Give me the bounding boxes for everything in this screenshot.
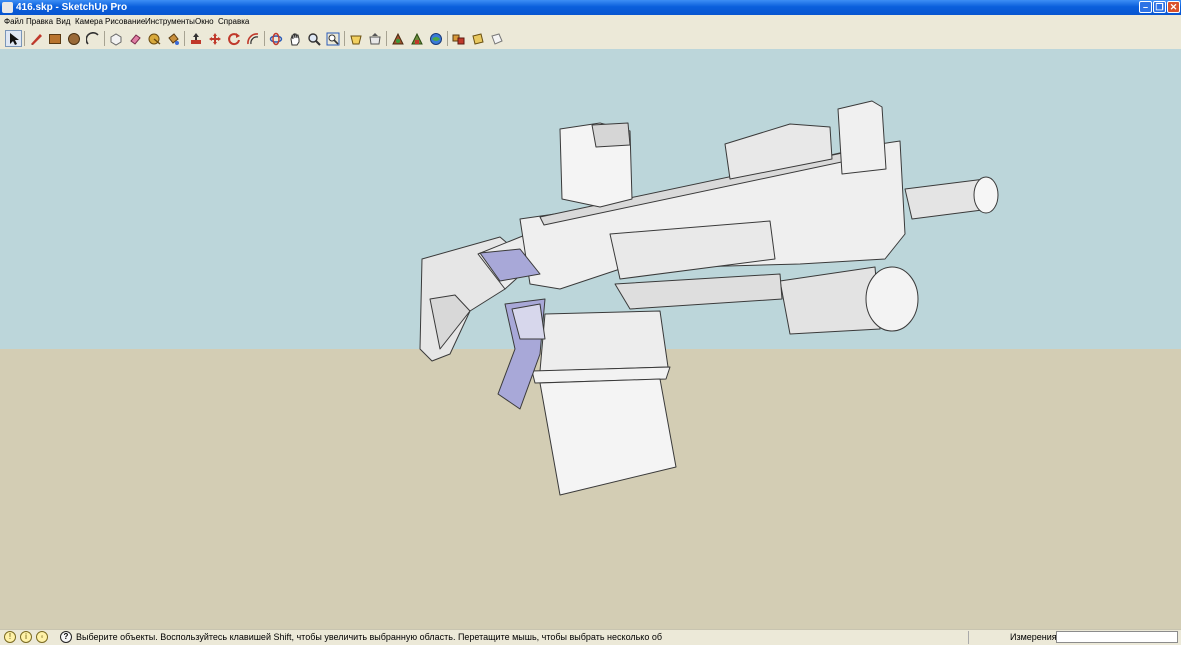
- eraser-icon[interactable]: [126, 30, 143, 47]
- user-icon[interactable]: ◦: [36, 631, 48, 643]
- menu-draw[interactable]: Рисование: [105, 15, 145, 28]
- sketchup-app-icon: [2, 2, 13, 13]
- help-icon[interactable]: ?: [60, 631, 72, 643]
- circle-icon[interactable]: [65, 30, 82, 47]
- window-title: 416.skp - SketchUp Pro: [16, 2, 128, 13]
- orbit-icon[interactable]: [267, 30, 284, 47]
- select-arrow-icon[interactable]: [5, 30, 22, 47]
- extension-warehouse-icon[interactable]: [427, 30, 444, 47]
- rectangle-icon[interactable]: [46, 30, 63, 47]
- push-pull-icon[interactable]: [187, 30, 204, 47]
- get-photo-texture-icon[interactable]: [389, 30, 406, 47]
- menu-view[interactable]: Вид: [56, 15, 70, 28]
- menu-tools[interactable]: Инструменты: [145, 15, 195, 28]
- credits-icon[interactable]: i: [20, 631, 32, 643]
- components-icon[interactable]: [450, 30, 467, 47]
- tape-measure-icon[interactable]: [145, 30, 162, 47]
- menu-bar: Файл Правка Вид Камера Рисование Инструм…: [0, 15, 1181, 28]
- close-button[interactable]: ✕: [1167, 1, 1180, 13]
- 3d-text-icon[interactable]: [469, 30, 486, 47]
- minimize-button[interactable]: –: [1139, 1, 1152, 13]
- toolbar: [0, 28, 1181, 50]
- zoom-icon[interactable]: [305, 30, 322, 47]
- title-bar: 416.skp - SketchUp Pro – ❐ ✕: [0, 0, 1181, 15]
- make-component-icon[interactable]: [107, 30, 124, 47]
- measurements-input[interactable]: [1056, 631, 1178, 643]
- pan-icon[interactable]: [286, 30, 303, 47]
- scene-canvas[interactable]: [0, 49, 1181, 629]
- restore-button[interactable]: ❐: [1153, 1, 1166, 13]
- arc-icon[interactable]: [84, 30, 101, 47]
- 3d-viewport[interactable]: [0, 49, 1181, 629]
- move-icon[interactable]: [206, 30, 223, 47]
- pencil-line-icon[interactable]: [27, 30, 44, 47]
- magazine-well: [539, 310, 669, 372]
- paint-bucket-icon[interactable]: [164, 30, 181, 47]
- geo-location-icon[interactable]: !: [4, 631, 16, 643]
- front-sight[interactable]: [837, 100, 887, 175]
- menu-help[interactable]: Справка: [218, 15, 249, 28]
- zoom-extents-icon[interactable]: [324, 30, 341, 47]
- google-earth-icon[interactable]: [408, 30, 425, 47]
- sight-hood: [591, 122, 631, 148]
- grenade-launcher-muzzle: [865, 266, 919, 332]
- menu-file[interactable]: Файл: [4, 15, 24, 28]
- measurements-label: Измерения: [1010, 632, 1057, 642]
- status-bar: ! i ◦ ? Выберите объекты. Воспользуйтесь…: [0, 629, 1181, 645]
- section-plane-icon[interactable]: [488, 30, 505, 47]
- status-hint: Выберите объекты. Воспользуйтесь клавише…: [76, 632, 663, 642]
- menu-window[interactable]: Окно: [195, 15, 214, 28]
- get-models-icon[interactable]: [347, 30, 364, 47]
- menu-camera[interactable]: Камера: [75, 15, 103, 28]
- rotate-icon[interactable]: [225, 30, 242, 47]
- share-model-icon[interactable]: [366, 30, 383, 47]
- measure-divider: [968, 631, 969, 644]
- menu-edit[interactable]: Правка: [26, 15, 53, 28]
- muzzle-opening: [973, 176, 999, 214]
- offset-icon[interactable]: [244, 30, 261, 47]
